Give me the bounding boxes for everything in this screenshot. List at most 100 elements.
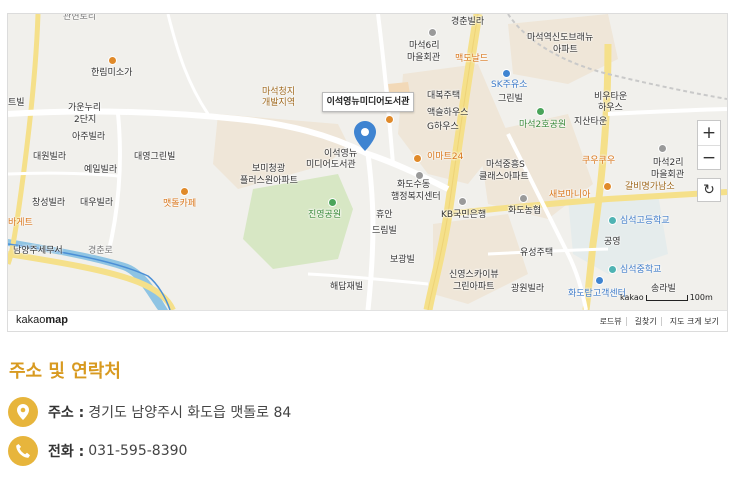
reset-map-button[interactable]: ↻ — [697, 178, 721, 202]
map-label: 행정복지센터 — [391, 192, 441, 202]
address-value: 경기도 남양주시 화도읍 맷돌로 84 — [88, 405, 292, 421]
map-label: 경춘로 — [88, 246, 113, 256]
map-label: G하우스 — [427, 122, 459, 132]
poi-icon[interactable] — [413, 154, 422, 163]
map-label: 새보마니아 — [549, 190, 591, 200]
poi-icon[interactable] — [608, 265, 617, 274]
poi-icon[interactable] — [502, 69, 511, 78]
map-label: 비우타운 — [594, 92, 628, 102]
poi-icon[interactable] — [519, 194, 528, 203]
map-label: 남양주세무서 — [13, 246, 63, 256]
phone-icon — [8, 436, 38, 466]
map-label: 경춘빌라 — [451, 17, 485, 27]
map-label: 액슬하우스 — [427, 108, 469, 118]
map-label: 대영그린빌 — [134, 152, 176, 162]
view-larger-map-link[interactable]: 지도 크게 보기 — [660, 317, 719, 326]
map-label: 보광빌 — [390, 255, 415, 265]
map-place-callout[interactable]: 이석영뉴미디어도서관 — [322, 92, 414, 112]
map-label: 아주빌라 — [72, 132, 106, 142]
map-label: 대우빌라 — [80, 198, 114, 208]
map-label: 가운누리 — [68, 103, 102, 113]
poi-icon[interactable] — [108, 56, 117, 65]
map-label: 그린아파트 — [453, 282, 495, 292]
map-label: 마석2호공원 — [519, 120, 567, 130]
map-label: 개발지역 — [262, 98, 296, 108]
map-label: 마석중흥S — [486, 160, 525, 170]
zoom-out-button[interactable]: − — [698, 146, 720, 170]
map-label: 휴안 — [376, 210, 393, 220]
scale-value: 100m — [689, 293, 713, 302]
map-label: 마석2리 — [653, 158, 684, 168]
poi-icon[interactable] — [595, 276, 604, 285]
map-label: 심석고등학교 — [620, 216, 670, 226]
map-label: KB국민은행 — [441, 210, 487, 220]
map-label: 광원빌라 — [511, 284, 545, 294]
map-footer: kakaomap 로드뷰 길찾기 지도 크게 보기 — [8, 310, 727, 331]
poi-icon[interactable] — [428, 28, 437, 37]
map-label: 플러스원아파트 — [240, 176, 298, 186]
map-label: 화도탑고객센터 — [568, 289, 626, 299]
map-label: 해답재빌 — [330, 282, 364, 292]
zoom-in-button[interactable]: + — [698, 121, 720, 146]
map-label: 마을회관 — [407, 53, 441, 63]
map-label: 대원빌라 — [33, 152, 67, 162]
map-label: 보미청광 — [252, 164, 286, 174]
map-label: 진영공원 — [308, 210, 342, 220]
map-scale: kakao 100m — [620, 293, 713, 302]
map-label: 마을회관 — [651, 170, 685, 180]
map-label: 마석역신도브래뉴 — [527, 33, 594, 43]
map-label: 심석중학교 — [620, 265, 662, 275]
scale-bar — [645, 294, 688, 301]
scale-logo: kakao — [620, 293, 644, 302]
kakaomap-logo[interactable]: kakaomap — [16, 314, 68, 326]
map-label: 이석영뉴 — [324, 149, 358, 159]
contact-section-title: 주소 및 연락처 — [9, 361, 121, 382]
map-label: 한림미소가 — [91, 68, 133, 78]
map-label: 관현로리 — [63, 14, 97, 22]
phone-row: 전화 : 031-595-8390 — [8, 436, 187, 466]
map-label: 마석6리 — [409, 41, 440, 51]
poi-icon[interactable] — [608, 216, 617, 225]
map-label: 쿠우쿠우 — [582, 156, 616, 166]
poi-icon[interactable] — [603, 182, 612, 191]
map-widget[interactable]: 관현로리한림미소가트빌가운누리 2단지아주빌라대원빌라 대영그린빌예일빌라대우빌라 창… — [7, 13, 728, 332]
map-label: 마석청지 — [262, 87, 296, 97]
map-label: 창성빌라 — [32, 198, 66, 208]
map-label: 클래스아파트 — [479, 172, 529, 182]
roadview-link[interactable]: 로드뷰 — [600, 317, 622, 326]
map-label: 트빌 — [8, 98, 25, 108]
map-label: 예일빌라 — [84, 165, 118, 175]
map-label: 화도수동 — [397, 180, 431, 190]
map-label: 신영스카이뷰 — [449, 270, 499, 280]
map-label: 갈비명가남소 — [625, 182, 675, 192]
logo-suffix: map — [45, 314, 68, 326]
phone-value[interactable]: 031-595-8390 — [88, 443, 187, 459]
map-label: 아파트 — [553, 45, 578, 55]
map-label: 2단지 — [74, 115, 97, 125]
directions-link[interactable]: 길찾기 — [625, 317, 657, 326]
map-canvas[interactable]: 관현로리한림미소가트빌가운누리 2단지아주빌라대원빌라 대영그린빌예일빌라대우빌라 창… — [8, 14, 727, 310]
map-label: 하우스 — [598, 103, 623, 113]
poi-icon[interactable] — [658, 144, 667, 153]
map-label: 지산타운 — [574, 117, 608, 127]
poi-icon[interactable] — [180, 187, 189, 196]
logo-prefix: kakao — [16, 314, 46, 326]
location-pin-icon — [8, 397, 38, 427]
poi-icon[interactable] — [536, 107, 545, 116]
poi-icon[interactable] — [385, 115, 394, 124]
poi-icon[interactable] — [458, 197, 467, 206]
map-label: 유성주택 — [520, 248, 554, 258]
map-label: 미디어도서관 — [306, 160, 356, 170]
address-row: 주소 : 경기도 남양주시 화도읍 맷돌로 84 — [8, 397, 291, 427]
map-label: 이마트24 — [427, 152, 464, 162]
zoom-control: + − — [697, 120, 721, 170]
map-label: 화도농협 — [508, 206, 542, 216]
map-label: 공영 — [604, 237, 621, 247]
poi-icon[interactable] — [415, 171, 424, 180]
map-label: 바게트 — [8, 218, 33, 228]
map-label: 드림빌 — [372, 226, 397, 236]
map-footer-links: 로드뷰 길찾기 지도 크게 보기 — [592, 316, 719, 327]
poi-icon[interactable] — [328, 198, 337, 207]
address-label: 주소 : — [48, 405, 85, 421]
phone-label: 전화 : — [48, 444, 85, 460]
